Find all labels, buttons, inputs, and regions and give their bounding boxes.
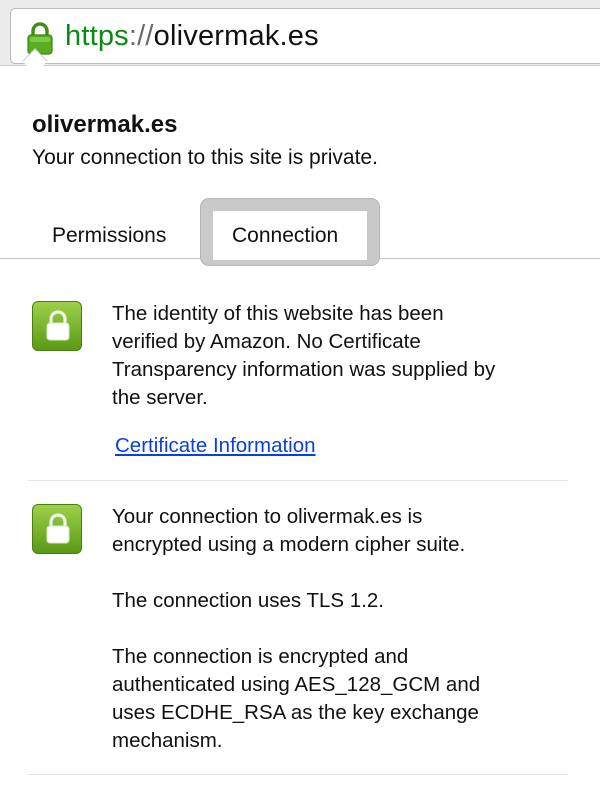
secure-lock-icon[interactable]	[25, 21, 55, 55]
tls-version-text: The connection uses TLS 1.2.	[112, 589, 384, 612]
cipher-line: authenticated using AES_128_GCM and	[112, 673, 481, 696]
cipher-line: uses ECDHE_RSA as the key exchange	[112, 701, 479, 724]
url-field[interactable]: https://olivermak.es	[10, 8, 600, 64]
section-divider	[28, 480, 568, 481]
cipher-line: mechanism.	[112, 729, 223, 752]
site-name-heading: olivermak.es	[32, 111, 178, 138]
encryption-summary: Your connection to olivermak.es is encry…	[112, 503, 572, 559]
tab-permissions[interactable]: Permissions	[52, 221, 166, 251]
encryption-line: Your connection to olivermak.es is	[112, 505, 423, 528]
url-text: https://olivermak.es	[65, 18, 319, 54]
certificate-information-link[interactable]: Certificate Information	[115, 432, 316, 460]
url-host: olivermak.es	[153, 20, 319, 52]
encryption-line: encrypted using a modern cipher suite.	[112, 533, 466, 556]
identity-line: Transparency information was supplied by	[112, 358, 496, 381]
identity-lock-icon	[32, 301, 82, 351]
address-bar-area: https://olivermak.es	[0, 0, 600, 66]
cipher-details: The connection is encrypted and authenti…	[112, 643, 572, 755]
identity-line: The identity of this website has been	[112, 302, 444, 325]
tab-connection-label: Connection	[232, 224, 339, 247]
section-divider	[28, 774, 568, 775]
identity-line: verified by Amazon. No Certificate	[112, 330, 421, 353]
connection-private-text: Your connection to this site is private.	[32, 146, 378, 169]
encryption-lock-icon	[32, 504, 82, 554]
identity-line: the server.	[112, 386, 208, 409]
tab-connection[interactable]: Connection	[213, 211, 367, 260]
url-separator: ://	[128, 20, 154, 52]
cipher-line: The connection is encrypted and	[112, 645, 409, 668]
identity-description: The identity of this website has been ve…	[112, 300, 572, 412]
url-scheme: https	[65, 20, 129, 52]
